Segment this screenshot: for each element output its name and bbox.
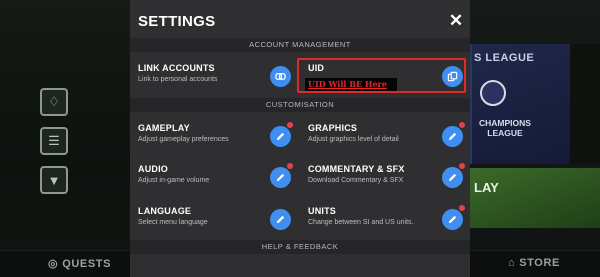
uid-value: UID Will BE Here [305,78,397,91]
copy-icon [447,71,458,82]
audio-title: AUDIO [138,164,168,174]
pencil-icon [276,173,285,182]
link-accounts-setting: LINK ACCOUNTS Link to personal accounts [130,57,300,103]
graphics-title: GRAPHICS [308,123,358,133]
nav-store[interactable]: ⌂ STORE [508,257,560,269]
units-subtitle: Change between SI and US units. [308,219,414,226]
edit-gameplay-button[interactable] [270,126,291,147]
ucl-caption: CHAMPIONS LEAGUE [479,118,531,138]
rating-icon[interactable]: ♢ [40,88,68,116]
notification-dot [287,122,293,128]
settings-modal: SETTINGS ✕ ACCOUNT MANAGEMENT LINK ACCOU… [130,0,470,277]
pencil-icon [276,215,285,224]
edit-audio-button[interactable] [270,167,291,188]
quests-icon: ◎ [48,258,59,270]
commentary-sfx-title: COMMENTARY & SFX [308,164,405,174]
section-account-management: ACCOUNT MANAGEMENT [130,38,470,52]
link-icon [275,73,286,80]
audio-setting: AUDIO Adjust in-game volume [130,158,300,204]
language-subtitle: Select menu language [138,219,208,226]
graphics-subtitle: Adjust graphics level of detail [308,136,399,143]
link-accounts-button[interactable] [270,66,291,87]
gameplay-setting: GAMEPLAY Adjust gameplay preferences [130,117,300,163]
edit-graphics-button[interactable] [442,126,463,147]
copy-uid-button[interactable] [442,66,463,87]
audio-subtitle: Adjust in-game volume [138,177,210,184]
nav-quests-label: QUESTS [62,258,112,270]
shield-icon[interactable]: ▼ [40,166,68,194]
pencil-icon [448,173,457,182]
graphics-setting: GRAPHICS Adjust graphics level of detail [300,117,470,163]
notification-dot [287,163,293,169]
edit-units-button[interactable] [442,209,463,230]
play-card[interactable] [470,168,600,228]
nav-quests[interactable]: ◎ QUESTS [48,257,111,270]
uid-title: UID [308,63,325,73]
play-card-label: LAY [474,180,499,195]
edit-commentary-button[interactable] [442,167,463,188]
gameplay-subtitle: Adjust gameplay preferences [138,136,229,143]
link-accounts-title: LINK ACCOUNTS [138,63,215,73]
league-card-title: S LEAGUE [474,52,535,64]
units-title: UNITS [308,206,336,216]
notification-dot [459,205,465,211]
link-accounts-subtitle: Link to personal accounts [138,76,218,83]
gameplay-title: GAMEPLAY [138,123,190,133]
pencil-icon [448,215,457,224]
pencil-icon [448,132,457,141]
squad-list-icon[interactable]: ☰ [40,127,68,155]
edit-language-button[interactable] [270,209,291,230]
pencil-icon [276,132,285,141]
nav-store-label: STORE [519,257,560,269]
close-icon[interactable]: ✕ [447,12,465,30]
right-edge-shadow [570,44,600,164]
ucl-starball-icon [480,80,506,106]
store-icon: ⌂ [508,257,516,269]
section-customisation: CUSTOMISATION [130,98,470,112]
language-title: LANGUAGE [138,206,192,216]
section-help-feedback: HELP & FEEDBACK [130,240,470,254]
commentary-sfx-setting: COMMENTARY & SFX Download Commentary & S… [300,158,470,204]
commentary-sfx-subtitle: Download Commentary & SFX [308,177,404,184]
modal-title: SETTINGS [138,13,216,30]
notification-dot [459,122,465,128]
notification-dot [459,163,465,169]
